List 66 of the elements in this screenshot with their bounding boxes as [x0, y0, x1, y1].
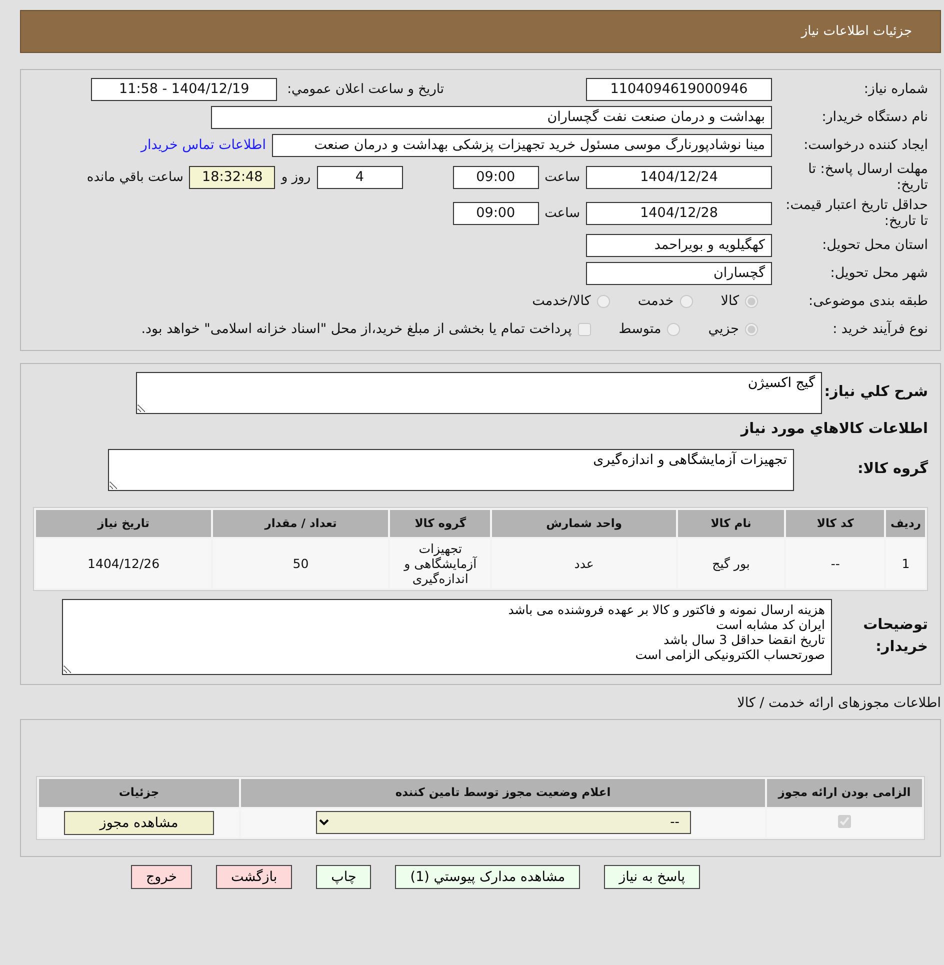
column-header: تعداد / مقدار	[213, 510, 388, 538]
field-label: شماره نیاز:	[862, 82, 928, 98]
option-label: کالا/خدمت	[532, 292, 591, 312]
column-header: الزامی بودن ارائه مجوز	[767, 779, 922, 807]
option-label: کالا	[720, 292, 739, 312]
table-cell: تجهیزات آزمایشگاهی و اندازه‌گیری	[390, 539, 490, 588]
countdown-field[interactable]: 18:32:48	[189, 166, 276, 190]
option-label: خدمت	[638, 292, 674, 312]
field-label: استان محل تحویل:	[821, 238, 928, 254]
option-label: متوسط	[618, 320, 662, 340]
field-label: طبقه بندی موضوعی:	[808, 294, 928, 310]
contact-link[interactable]: اطلاعات تماس خریدار	[140, 135, 266, 156]
text-area[interactable]: تجهیزات آزمایشگاهی و اندازه‌گیری	[108, 448, 794, 491]
field-label: ساعت	[544, 168, 580, 187]
field-label: توضیحات خریدار:	[862, 616, 928, 658]
option-label: جزيي	[708, 320, 739, 340]
field-label: ساعت	[544, 204, 580, 223]
input-field[interactable]: 09:00	[452, 166, 539, 190]
input-field[interactable]: گچساران	[586, 262, 772, 286]
field-label: گروه کالا:	[856, 459, 928, 479]
column-header: اعلام وضعیت مجوز توسط تامین کننده	[241, 779, 765, 807]
table-cell: عدد	[492, 539, 676, 588]
column-header: گروه کالا	[390, 510, 490, 538]
field-label: تاریخ و ساعت اعلان عمومي:	[287, 80, 444, 99]
input-field[interactable]: 1404/12/28	[586, 202, 772, 226]
input-field[interactable]: 1404/12/24	[586, 166, 772, 190]
input-field[interactable]: مینا نوشادپورنارگ موسی مسئول خرید تجهیزات پزشکی بهداشت و درمان صنعت	[272, 134, 772, 157]
column-header: تاریخ نیاز	[36, 510, 212, 538]
field-label: مهلت ارسال پاسخ: تا تاریخ:	[807, 162, 928, 194]
column-header: ردیف	[886, 510, 925, 538]
table-cell: 50	[213, 539, 388, 588]
field-label: نوع فرآیند خرید :	[832, 322, 928, 338]
table-cell: بور گیج	[678, 539, 784, 588]
field-label: ساعت باقي مانده	[86, 168, 184, 187]
page-title: جزئیات اطلاعات نیاز	[801, 22, 912, 41]
field-label: شرح کلي نیاز:	[828, 383, 928, 402]
action-button[interactable]: چاپ	[316, 864, 372, 889]
field-label: ایجاد کننده درخواست:	[802, 138, 928, 154]
column-header: نام کالا	[678, 510, 784, 538]
field-label: روز و	[281, 168, 311, 187]
action-button[interactable]: مشاهده مدارک پیوستي (1)	[395, 864, 580, 889]
input-field[interactable]: 09:00	[452, 202, 539, 226]
option-label: پرداخت تمام یا بخشی از مبلغ خرید،از محل "اسناد خزانه اسلامی" خواهد بود.	[141, 320, 572, 340]
text-area[interactable]: گیج اکسیژن	[136, 372, 822, 414]
section-title: اطلاعات مجوزهای ارائه خدمت / کالا	[736, 694, 941, 714]
action-button[interactable]: خروج	[130, 864, 192, 889]
input-field[interactable]: بهداشت و درمان صنعت نفت گچساران	[211, 106, 772, 129]
column-header: کد کالا	[786, 510, 884, 538]
input-field[interactable]: 1104094619000946	[586, 78, 772, 101]
column-header: واحد شمارش	[492, 510, 676, 538]
table-cell: 1	[886, 539, 925, 588]
table-cell: 1404/12/26	[36, 539, 212, 588]
input-field[interactable]: 4	[316, 166, 403, 190]
input-field[interactable]: 1404/12/19 - 11:58	[91, 78, 278, 101]
field-label: شهر محل تحویل:	[829, 266, 928, 282]
field-label: حداقل تاریخ اعتبار قیمت: تا تاریخ:	[784, 198, 928, 230]
action-button[interactable]: بازگشت	[216, 864, 292, 889]
table-cell: --	[786, 539, 884, 588]
text-area[interactable]: هزینه ارسال نمونه و فاکتور و کالا بر عهده فروشنده می باشد ایران کد مشابه است تاریخ انقضا حداقل 3 سال باشد صورتحساب الکترونیکی الزامی است	[62, 599, 832, 676]
input-field[interactable]: کهگیلویه و بویراحمد	[586, 234, 772, 258]
view-permit-button[interactable]: مشاهده مجوز	[64, 810, 214, 835]
status-dropdown[interactable]: --	[316, 811, 690, 834]
section-heading: اطلاعات کالاهاي مورد نیاز	[739, 420, 928, 440]
field-label: نام دستگاه خريدار:	[820, 110, 928, 126]
action-button[interactable]: پاسخ به نیاز	[604, 864, 700, 889]
column-header: جزئیات	[39, 779, 239, 807]
